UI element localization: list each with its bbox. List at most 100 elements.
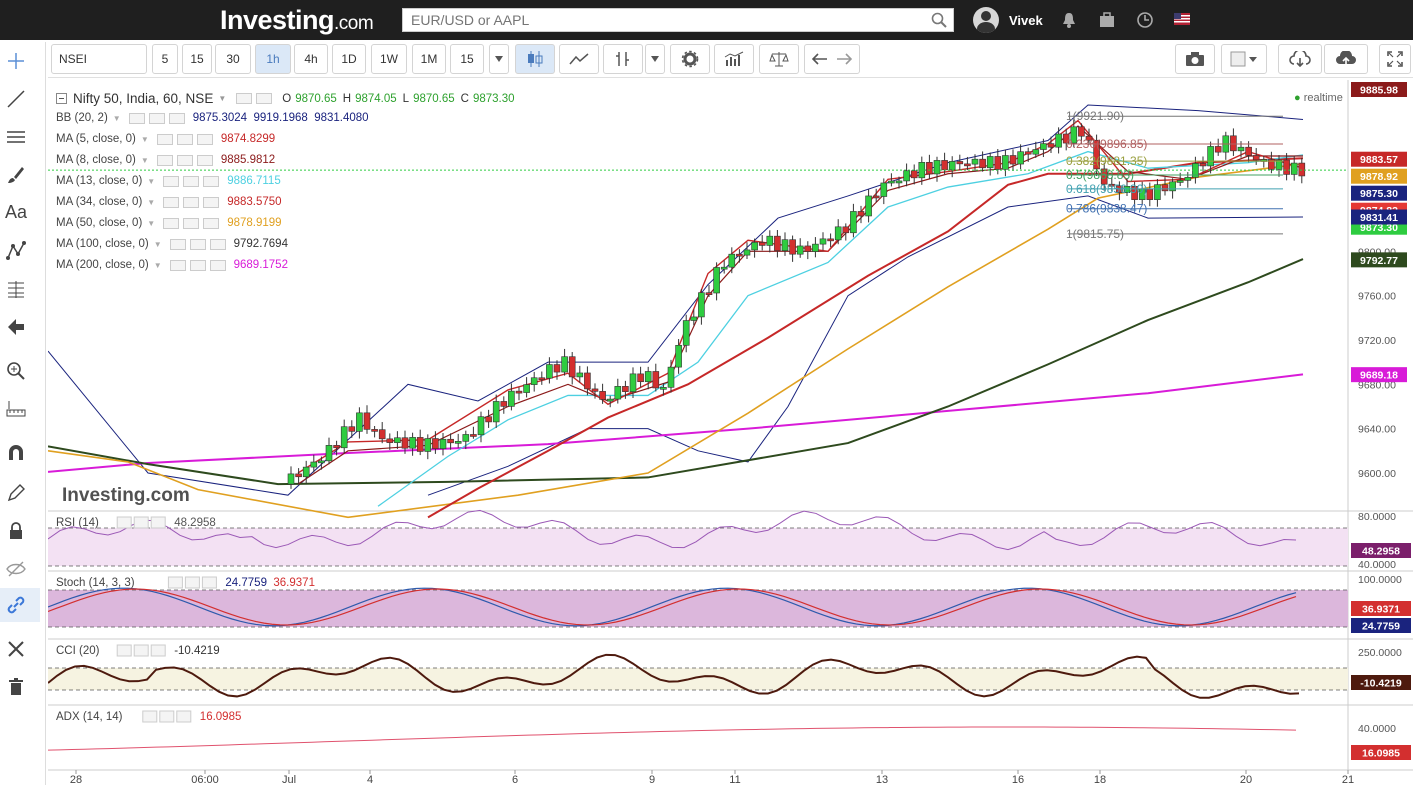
candle-body <box>1032 149 1040 155</box>
indicator-legend-row[interactable]: MA (100, close, 0) ▼ 9792.7694 <box>56 238 288 250</box>
pencil-icon[interactable] <box>5 482 27 504</box>
chevron-down-icon[interactable]: ▼ <box>141 135 149 144</box>
indicator-legend-row[interactable]: MA (34, close, 0) ▼ 9883.5750 <box>56 196 282 208</box>
crosshair-icon[interactable] <box>5 50 27 72</box>
back-arrow-icon[interactable] <box>5 316 27 338</box>
symbol-input[interactable]: NSEI <box>51 44 147 74</box>
close-icon[interactable] <box>168 112 185 124</box>
indicator-legend-row[interactable]: MA (8, close, 0) ▼ 9885.9812 <box>56 154 275 166</box>
cloud-upload-icon <box>1336 51 1356 66</box>
trash-icon[interactable] <box>5 676 27 698</box>
pattern-tool-icon[interactable] <box>5 240 27 262</box>
close-icon[interactable] <box>196 133 213 145</box>
link-icon[interactable] <box>5 594 27 616</box>
candlestick-type-button[interactable] <box>515 44 555 74</box>
redo-icon[interactable] <box>836 52 852 66</box>
measure-icon[interactable] <box>5 398 27 420</box>
indicator-legend-row[interactable]: MA (13, close, 0) ▼ 9886.7115 <box>56 175 281 187</box>
close-icon[interactable] <box>203 196 220 208</box>
search-icon[interactable] <box>931 12 947 28</box>
magnet-icon[interactable] <box>5 442 27 464</box>
price-tick-label: 9640.00 <box>1358 424 1396 436</box>
us-flag-icon[interactable] <box>1174 13 1190 25</box>
layout-button[interactable] <box>1221 44 1267 74</box>
settings-icon[interactable] <box>156 154 173 166</box>
visibility-icon[interactable] <box>183 196 200 208</box>
interval-button-15[interactable]: 15 <box>450 44 484 74</box>
zoom-icon[interactable] <box>5 360 27 382</box>
interval-button-1D[interactable]: 1D <box>332 44 366 74</box>
chart-type-dropdown[interactable] <box>645 44 665 74</box>
bell-icon[interactable] <box>1060 11 1078 29</box>
avatar[interactable] <box>973 7 999 33</box>
close-icon[interactable] <box>209 238 226 250</box>
user-name[interactable]: Vivek <box>1009 13 1043 28</box>
compare-button[interactable] <box>759 44 799 74</box>
settings-icon[interactable] <box>163 175 180 187</box>
trend-line-icon[interactable] <box>5 88 27 110</box>
text-tool-icon[interactable]: Aa <box>5 202 27 224</box>
close-icon[interactable] <box>209 259 226 271</box>
chevron-down-icon[interactable]: ▼ <box>154 261 162 270</box>
portfolio-icon[interactable] <box>1098 11 1116 29</box>
investing-logo[interactable]: Investing.com <box>220 5 374 36</box>
legend-toggle-icon[interactable] <box>256 93 273 104</box>
interval-button-30[interactable]: 30 <box>215 44 251 74</box>
user-menu[interactable]: Vivek <box>973 6 1043 34</box>
settings-button[interactable] <box>670 44 710 74</box>
tools-icon[interactable] <box>5 638 27 660</box>
search-box[interactable] <box>402 8 954 32</box>
lock-icon[interactable] <box>5 520 27 542</box>
hide-eye-icon[interactable] <box>5 558 27 580</box>
search-input[interactable] <box>403 9 923 31</box>
interval-dropdown[interactable] <box>489 44 509 74</box>
settings-icon[interactable] <box>163 217 180 229</box>
interval-button-5[interactable]: 5 <box>152 44 178 74</box>
close-icon[interactable] <box>203 217 220 229</box>
chevron-down-icon[interactable]: ▼ <box>113 114 121 123</box>
chevron-down-icon[interactable]: ▼ <box>147 177 155 186</box>
snapshot-button[interactable] <box>1175 44 1215 74</box>
close-icon[interactable] <box>203 175 220 187</box>
indicator-legend-row[interactable]: MA (5, close, 0) ▼ 9874.8299 <box>56 133 275 145</box>
interval-button-4h[interactable]: 4h <box>294 44 328 74</box>
indicators-button[interactable] <box>714 44 754 74</box>
brush-icon[interactable] <box>5 164 27 186</box>
cloud-download-button[interactable] <box>1278 44 1322 74</box>
horizontal-lines-icon[interactable] <box>5 126 27 148</box>
visibility-icon[interactable] <box>176 154 193 166</box>
visibility-icon[interactable] <box>189 238 206 250</box>
chevron-down-icon[interactable]: ▼ <box>147 219 155 228</box>
interval-button-1h[interactable]: 1h <box>255 44 291 74</box>
undo-icon[interactable] <box>812 52 828 66</box>
chevron-down-icon[interactable]: ▼ <box>141 156 149 165</box>
chevron-down-icon[interactable]: ▼ <box>154 240 162 249</box>
chevron-down-icon[interactable]: ▼ <box>218 94 226 103</box>
indicator-legend-row[interactable]: MA (200, close, 0) ▼ 9689.1752 <box>56 259 288 271</box>
settings-icon[interactable] <box>156 133 173 145</box>
interval-button-15[interactable]: 15 <box>182 44 212 74</box>
visibility-icon[interactable] <box>176 133 193 145</box>
cloud-upload-button[interactable] <box>1324 44 1368 74</box>
visibility-icon[interactable] <box>183 175 200 187</box>
indicator-legend-row[interactable]: MA (50, close, 0) ▼ 9878.9199 <box>56 217 282 229</box>
settings-icon[interactable] <box>128 112 145 124</box>
settings-icon[interactable] <box>163 196 180 208</box>
visibility-icon[interactable] <box>189 259 206 271</box>
collapse-minus-icon[interactable] <box>56 93 67 104</box>
bar-type-button[interactable] <box>603 44 643 74</box>
close-icon[interactable] <box>196 154 213 166</box>
settings-icon[interactable] <box>169 259 186 271</box>
indicator-legend-row[interactable]: BB (20, 2) ▼ 9875.3024 9919.1968 9831.4080 <box>56 112 369 124</box>
chevron-down-icon[interactable]: ▼ <box>147 198 155 207</box>
legend-settings-icon[interactable] <box>236 93 253 104</box>
interval-button-1W[interactable]: 1W <box>371 44 407 74</box>
fibonacci-tool-icon[interactable] <box>5 278 27 300</box>
settings-icon[interactable] <box>169 238 186 250</box>
interval-button-1M[interactable]: 1M <box>412 44 446 74</box>
visibility-icon[interactable] <box>183 217 200 229</box>
line-type-button[interactable] <box>559 44 599 74</box>
clock-icon[interactable] <box>1136 11 1154 29</box>
visibility-icon[interactable] <box>148 112 165 124</box>
fullscreen-button[interactable] <box>1379 44 1411 74</box>
